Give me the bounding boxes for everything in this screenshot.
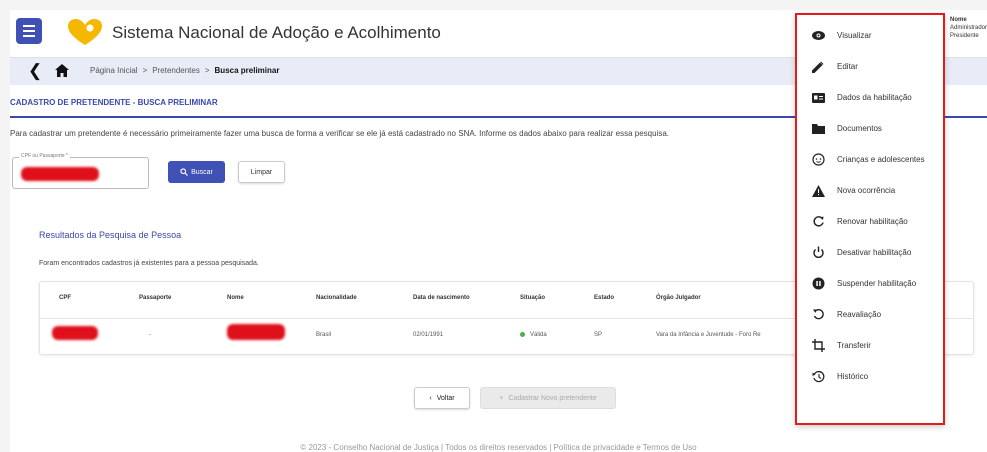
column-header: Órgão Julgador <box>656 295 701 301</box>
voltar-button[interactable]: ‹ Voltar <box>414 387 470 409</box>
cell-orgao-julgador: Vara da Infância e Juventude - Foro Re <box>656 332 761 338</box>
eye-icon <box>811 29 825 43</box>
breadcrumb-separator: > <box>142 66 148 75</box>
menu-item-label: Nova ocorrência <box>837 186 896 195</box>
folder-icon <box>811 122 825 136</box>
menu-item-label: Histórico <box>837 372 869 381</box>
crop-transfer-icon <box>811 339 825 353</box>
chevron-left-icon: ‹ <box>429 394 432 402</box>
cell-data-nascimento: 02/01/1991 <box>413 332 444 338</box>
menu-item-label: Dados da habilitação <box>837 93 912 102</box>
breadcrumb-separator: > <box>204 66 210 75</box>
menu-item-label: Suspender habilitação <box>837 279 917 288</box>
menu-item-label: Renovar habilitação <box>837 217 908 226</box>
user-info[interactable]: Nome Administrador CNJ Presidente <box>950 16 987 40</box>
home-icon[interactable] <box>55 64 69 82</box>
cpf-passaporte-field[interactable]: CPF ou Passaporte * <box>12 153 149 189</box>
column-header: Passaporte <box>139 295 172 301</box>
column-header: Nacionalidade <box>316 295 357 301</box>
redacted-cpf-value <box>21 167 99 181</box>
status-dot-icon <box>520 332 525 337</box>
breadcrumb-item-home[interactable]: Página Inicial <box>90 66 138 75</box>
user-name: Nome <box>950 17 967 23</box>
menu-item-nova-ocorrencia[interactable]: Nova ocorrência <box>797 175 943 206</box>
column-header: Situação <box>520 295 546 301</box>
cell-nacionalidade: Brasil <box>316 332 332 338</box>
breadcrumb-item-current: Busca preliminar <box>214 66 280 75</box>
pencil-icon <box>811 60 825 74</box>
limpar-button[interactable]: Limpar <box>238 161 285 183</box>
situacao-label: Válida <box>530 332 547 339</box>
menu-item-editar[interactable]: Editar <box>797 51 943 82</box>
user-role: Administrador CNJ <box>950 25 987 31</box>
instructions-text: Para cadastrar um pretendente é necessár… <box>10 129 670 138</box>
pause-circle-icon <box>811 277 825 291</box>
app-title: Sistema Nacional de Adoção e Acolhimento <box>112 23 441 42</box>
breadcrumb: Página Inicial > Pretendentes > Busca pr… <box>90 66 279 75</box>
heart-logo <box>68 19 102 52</box>
menu-item-label: Desativar habilitação <box>837 248 912 257</box>
plus-icon: + <box>499 394 504 402</box>
menu-item-historico[interactable]: Histórico <box>797 361 943 392</box>
page-title: CADASTRO DE PRETENDENTE - BUSCA PRELIMIN… <box>10 98 218 107</box>
column-header: Estado <box>594 295 615 301</box>
menu-item-label: Transferir <box>837 341 871 350</box>
cadastrar-label: Cadastrar Novo pretendente <box>508 394 597 402</box>
results-title: Resultados da Pesquisa de Pessoa <box>39 230 182 240</box>
back-arrow-icon[interactable]: ❮ <box>28 62 42 80</box>
menu-item-visualizar[interactable]: Visualizar <box>797 20 943 51</box>
id-card-icon <box>811 91 825 105</box>
results-message: Foram encontrados cadastros já existente… <box>39 260 259 267</box>
buscar-label: Buscar <box>191 168 213 176</box>
warning-icon <box>811 184 825 198</box>
breadcrumb-item-pretendentes[interactable]: Pretendentes <box>152 66 200 75</box>
cadastrar-novo-pretendente-button[interactable]: + Cadastrar Novo pretendente <box>480 387 616 409</box>
menu-item-transferir[interactable]: Transferir <box>797 330 943 361</box>
menu-item-label: Visualizar <box>837 31 872 40</box>
menu-item-dados-habilitacao[interactable]: Dados da habilitação <box>797 82 943 113</box>
power-icon <box>811 246 825 260</box>
menu-item-label: Editar <box>837 62 858 71</box>
column-header: Nome <box>227 295 244 301</box>
cell-situacao: Válida <box>520 332 547 338</box>
redo-icon <box>811 308 825 322</box>
menu-item-reavaliacao[interactable]: Reavaliação <box>797 299 943 330</box>
redacted-name-cell <box>227 324 285 340</box>
user-title: Presidente <box>950 33 979 39</box>
menu-item-criancas-adolescentes[interactable]: Crianças e adolescentes <box>797 144 943 175</box>
cell-estado: SP <box>594 332 603 338</box>
child-face-icon <box>811 153 825 167</box>
search-icon <box>180 168 189 176</box>
column-header: CPF <box>59 295 71 301</box>
menu-item-documentos[interactable]: Documentos <box>797 113 943 144</box>
actions-context-menu: Visualizar Editar Dados da habilitação D… <box>795 13 945 425</box>
menu-item-suspender-habilitacao[interactable]: Suspender habilitação <box>797 268 943 299</box>
voltar-label: Voltar <box>436 394 455 402</box>
menu-item-desativar-habilitacao[interactable]: Desativar habilitação <box>797 237 943 268</box>
history-icon <box>811 370 825 384</box>
menu-item-renovar-habilitacao[interactable]: Renovar habilitação <box>797 206 943 237</box>
cpf-field-label: CPF ou Passaporte * <box>19 153 70 159</box>
menu-item-label: Reavaliação <box>837 310 882 319</box>
buscar-button[interactable]: Buscar <box>168 161 225 183</box>
hamburger-menu-icon[interactable] <box>16 18 42 44</box>
menu-item-label: Crianças e adolescentes <box>837 155 925 164</box>
redacted-cpf-cell <box>52 326 98 340</box>
refresh-icon <box>811 215 825 229</box>
menu-item-label: Documentos <box>837 124 882 133</box>
footer: © 2023 - Conselho Nacional de Justiça | … <box>300 443 697 452</box>
column-header: Data de nascimento <box>413 295 470 301</box>
cell-passaporte: - <box>149 332 151 338</box>
